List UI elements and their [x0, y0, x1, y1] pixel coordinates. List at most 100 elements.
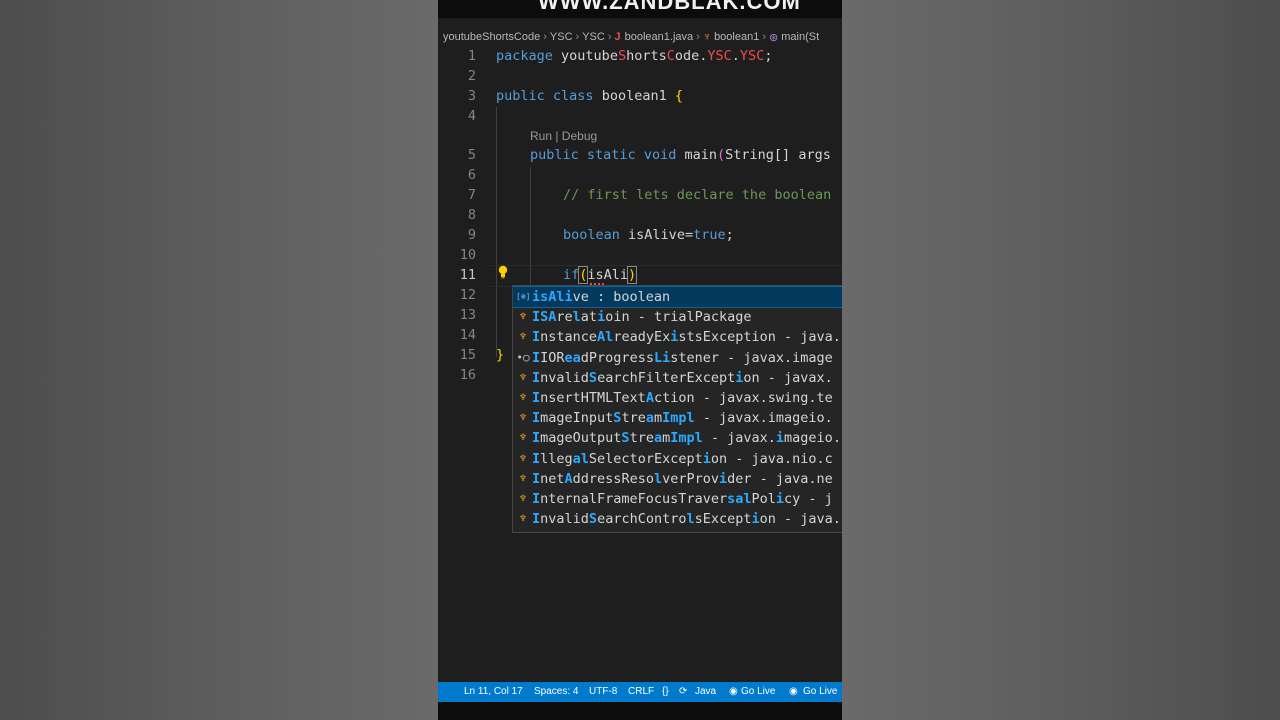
suggestion-item[interactable]: ♆ InternalFrameFocusTraversalPolicy - j	[513, 489, 842, 509]
go-live-button-2[interactable]: Go Live	[803, 682, 837, 702]
suggestion-item-selected[interactable]: [⊛] isAlive : boolean	[513, 286, 842, 308]
eol-setting[interactable]: CRLF	[628, 682, 654, 702]
code-line: 3 public class boolean1 {	[438, 86, 842, 106]
line-number: 7	[467, 187, 476, 203]
variable-icon: [⊛]	[516, 292, 531, 301]
editor-video-frame: WWW.ZANDBLAK.COM youtubeShortsCode › YSC…	[438, 0, 842, 720]
status-bar: Ln 11, Col 17 Spaces: 4 UTF-8 CRLF {} ⟳ …	[438, 682, 842, 702]
suggestion-item[interactable]: ♆ InvalidSearchFilterException - javax.	[513, 368, 842, 388]
breadcrumb-item-ysc[interactable]: YSC	[550, 31, 573, 43]
closing-brace: }	[496, 347, 505, 363]
line-number: 10	[459, 247, 476, 263]
suggestion-widget[interactable]: [⊛] isAlive : boolean ♆ ISArelatioin - tria…	[512, 285, 842, 533]
language-mode[interactable]: Java	[695, 682, 716, 702]
class-icon: ♆	[519, 411, 527, 425]
code-text: public class boolean1 {	[496, 88, 684, 104]
suggestion-item[interactable]: ♆ InvalidSearchControlsException - java.	[513, 509, 842, 529]
line-number: 6	[467, 167, 476, 183]
chevron-right-icon: ›	[543, 31, 547, 43]
class-icon: ♆	[519, 330, 527, 344]
line-number: 11	[459, 267, 476, 283]
lightbulb-icon[interactable]	[497, 265, 509, 279]
class-icon: ♆	[519, 310, 527, 324]
breadcrumb: youtubeShortsCode › YSC › YSC › J boolea…	[443, 29, 819, 45]
line-number: 4	[467, 108, 476, 124]
suggestion-label: InvalidSearchFilterException - javax.	[532, 369, 833, 386]
code-line: 5 public static void main(String[] args	[438, 145, 842, 165]
breadcrumb-item-project[interactable]: youtubeShortsCode	[443, 31, 540, 43]
suggestion-item[interactable]: ♆ InsertHTMLTextAction - javax.swing.te	[513, 388, 842, 408]
line-number: 8	[467, 207, 476, 223]
braces-icon[interactable]: {}	[662, 682, 669, 702]
chevron-right-icon: ›	[575, 31, 580, 43]
code-line: 4	[438, 106, 842, 126]
blurred-background-left	[0, 0, 438, 720]
breadcrumb-item-ysc2[interactable]: YSC	[582, 31, 605, 43]
class-icon: ♆	[519, 512, 527, 526]
interface-icon: •○	[516, 350, 530, 364]
line-number: 12	[459, 287, 476, 303]
watermark-text: WWW.ZANDBLAK.COM	[538, 0, 801, 14]
suggestion-item[interactable]: •○ IIOReadProgressListener - javax.image	[513, 348, 842, 368]
code-comment: // first lets declare the boolean	[563, 187, 832, 203]
code-text: package youtubeShortsCode.YSC.YSC;	[496, 48, 773, 64]
java-file-icon: J	[614, 31, 621, 43]
line-number: 2	[467, 68, 476, 84]
chevron-right-icon: ›	[696, 31, 700, 43]
suggestion-label: IIOReadProgressListener - javax.image	[532, 349, 833, 366]
code-line: 8	[438, 205, 842, 225]
broadcast-icon: ◉	[789, 686, 798, 697]
code-line: 6	[438, 165, 842, 185]
suggestion-item[interactable]: ♆ ISArelatioin - trialPackage	[513, 307, 842, 327]
code-line: 1 package youtubeShortsCode.YSC.YSC;	[438, 46, 842, 66]
class-icon: ♆	[519, 391, 527, 404]
breadcrumb-item-file[interactable]: boolean1.java	[625, 31, 694, 43]
suggestion-label: InternalFrameFocusTraversalPolicy - j	[532, 491, 833, 507]
suggestion-label: InsertHTMLTextAction - javax.swing.te	[532, 390, 833, 406]
suggestion-label: InstanceAlreadyExistsException - java.	[532, 329, 841, 346]
suggestion-label: IllegalSelectorException - java.nio.c	[532, 450, 833, 467]
sync-icon: ⟳	[679, 686, 688, 697]
class-icon: ♆	[519, 431, 527, 445]
chevron-right-icon: ›	[607, 31, 612, 43]
line-number: 14	[459, 327, 476, 343]
line-number: 15	[459, 347, 476, 363]
code-line: 9 boolean isAlive=true;	[438, 225, 842, 245]
code-line: 2	[438, 66, 842, 86]
line-number: 13	[459, 307, 476, 323]
blurred-background-right	[842, 0, 1280, 720]
line-number: 1	[467, 48, 476, 64]
class-icon: ♆	[519, 370, 527, 384]
code-line: 7 // first lets declare the boolean	[438, 185, 842, 205]
suggestion-label: isAlive : boolean	[532, 289, 671, 305]
code-line: 10	[438, 245, 842, 265]
class-icon: ♆	[519, 492, 527, 505]
chevron-right-icon: ›	[762, 31, 767, 43]
broadcast-icon: ◉	[729, 686, 738, 697]
class-icon: ♆	[519, 471, 527, 485]
bottom-strip	[438, 702, 842, 720]
suggestion-item[interactable]: ♆ InstanceAlreadyExistsException - java.	[513, 327, 842, 347]
suggestion-item[interactable]: ♆ ImageOutputStreamImpl - javax.imageio.	[513, 428, 842, 448]
line-number: 9	[467, 227, 476, 243]
breadcrumb-item-class[interactable]: boolean1	[714, 31, 759, 43]
indentation-setting[interactable]: Spaces: 4	[534, 682, 578, 702]
suggestion-item[interactable]: ♆ InetAddressResolverProvider - java.ne	[513, 469, 842, 489]
suggestion-item[interactable]: ♆ IllegalSelectorException - java.nio.c	[513, 449, 842, 469]
suggestion-label: InetAddressResolverProvider - java.ne	[532, 470, 833, 487]
code-text: public static void main(String[] args	[530, 147, 831, 163]
suggestion-label: InvalidSearchControlsException - java.	[532, 511, 841, 528]
go-live-button[interactable]: Go Live	[741, 682, 775, 702]
line-number: 5	[467, 147, 476, 163]
code-text: boolean isAlive=true;	[563, 227, 734, 243]
cursor-position[interactable]: Ln 11, Col 17	[464, 682, 523, 702]
line-number: 3	[467, 88, 476, 104]
breadcrumb-item-method[interactable]: main(St	[781, 31, 819, 43]
suggestion-label: ImageInputStreamImpl - javax.imageio.	[532, 410, 833, 427]
codelens-run-debug[interactable]: Run | Debug	[530, 129, 597, 143]
suggestion-label: ImageOutputStreamImpl - javax.imageio.	[532, 430, 841, 447]
suggestion-label: ISArelatioin - trialPackage	[532, 309, 752, 326]
encoding-setting[interactable]: UTF-8	[589, 682, 617, 702]
class-icon: ♆	[702, 31, 712, 43]
suggestion-item[interactable]: ♆ ImageInputStreamImpl - javax.imageio.	[513, 408, 842, 428]
